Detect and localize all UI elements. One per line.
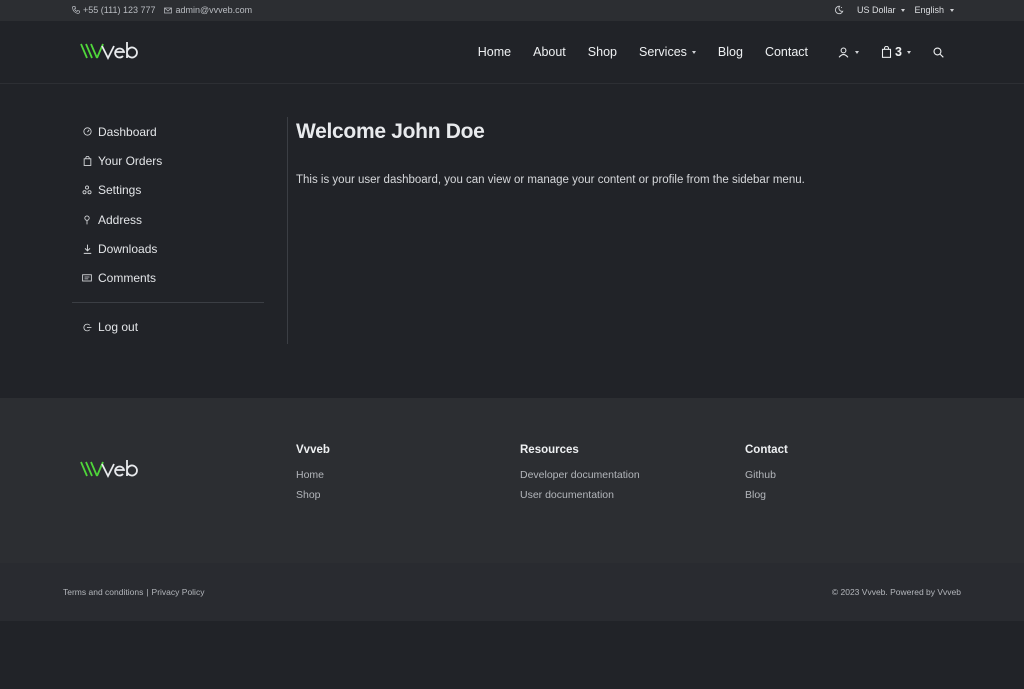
vvveb-logo-icon [80, 42, 138, 61]
main-navbar: Home About Shop Services Blog Contact 3 [0, 21, 1024, 84]
terms-link[interactable]: Terms and conditions [63, 587, 143, 597]
sidebar-item-label: Your Orders [98, 153, 163, 168]
copyright-text: © 2023 Vvveb. Powered by Vvveb [831, 587, 961, 597]
phone-text: +55 (111) 123 777 [83, 5, 156, 15]
page-title: Welcome John Doe [296, 120, 805, 144]
email-text: admin@vvveb.com [175, 5, 253, 15]
nav-contact[interactable]: Contact [765, 45, 808, 59]
chevron-down-icon [855, 50, 860, 54]
search-icon [933, 46, 944, 58]
sidebar-item-settings[interactable]: Settings [72, 176, 264, 205]
dashboard-description: This is your user dashboard, you can vie… [296, 174, 805, 186]
chevron-down-icon [691, 50, 696, 54]
settings-icon [82, 185, 92, 195]
comment-icon [82, 273, 92, 283]
sidebar-item-label: Downloads [98, 241, 158, 256]
language-label: English [914, 5, 944, 15]
sidebar-item-label: Comments [98, 271, 157, 286]
dashboard-content: Welcome John Doe This is your user dashb… [296, 120, 805, 186]
phone-link[interactable]: +55 (111) 123 777 [72, 5, 155, 15]
account-sidebar: Dashboard Your Orders Settings Address D… [72, 117, 264, 342]
sidebar-item-orders[interactable]: Your Orders [72, 146, 264, 175]
sidebar-item-label: Dashboard [98, 124, 157, 139]
sidebar-item-label: Settings [98, 183, 142, 198]
theme-toggle[interactable] [834, 5, 844, 15]
dashboard-main: Dashboard Your Orders Settings Address D… [0, 84, 1024, 398]
chevron-down-icon [907, 50, 911, 54]
chevron-down-icon [950, 8, 954, 12]
user-menu[interactable] [838, 47, 860, 58]
nav-home[interactable]: Home [478, 45, 511, 59]
footer-column-title: Resources [520, 444, 579, 456]
content-divider [287, 117, 288, 344]
privacy-link[interactable]: Privacy Policy [152, 587, 205, 597]
contact-info: +55 (111) 123 777 admin@vvveb.com [72, 5, 252, 15]
site-footer: Vvveb Home Shop Resources Developer docu… [0, 398, 1024, 563]
gauge-icon [82, 127, 92, 137]
top-bar: +55 (111) 123 777 admin@vvveb.com US Dol… [0, 0, 1024, 21]
currency-dropdown[interactable]: US Dollar [857, 5, 906, 15]
legal-separator: | [146, 587, 149, 597]
legal-links: Terms and conditions | Privacy Policy [63, 587, 204, 597]
sidebar-item-address[interactable]: Address [72, 205, 264, 234]
moon-icon [834, 5, 844, 15]
footer-link-user-docs[interactable]: User documentation [520, 489, 640, 501]
search-button[interactable] [933, 46, 944, 58]
sidebar-item-dashboard[interactable]: Dashboard [72, 117, 264, 146]
footer-link-blog[interactable]: Blog [745, 489, 788, 501]
primary-nav: Home About Shop Services Blog Contact 3 [456, 45, 944, 59]
footer-column-title: Contact [745, 444, 788, 456]
chevron-down-icon [901, 8, 906, 12]
phone-icon [72, 6, 80, 14]
nav-shop[interactable]: Shop [588, 45, 617, 59]
nav-blog[interactable]: Blog [718, 45, 743, 59]
sidebar-item-logout[interactable]: Log out [72, 313, 264, 342]
bag-icon [882, 46, 892, 58]
footer-column-title: Vvveb [296, 444, 330, 456]
user-name: John Doe [391, 120, 485, 143]
cart-menu[interactable]: 3 [881, 45, 911, 59]
email-link[interactable]: admin@vvveb.com [164, 5, 252, 15]
welcome-text: Welcome [296, 120, 386, 143]
bag-icon [82, 155, 92, 166]
footer-link-home[interactable]: Home [296, 469, 330, 481]
sidebar-item-downloads[interactable]: Downloads [72, 234, 264, 263]
nav-services[interactable]: Services [639, 45, 696, 59]
footer-column-resources: Resources Developer documentation User d… [520, 444, 640, 509]
currency-label: US Dollar [856, 5, 896, 15]
language-dropdown[interactable]: English [914, 5, 954, 15]
topbar-settings: US Dollar English [834, 5, 954, 15]
logout-icon [82, 322, 92, 332]
footer-link-github[interactable]: Github [745, 469, 788, 481]
cart-count: 3 [895, 45, 902, 59]
sidebar-item-comments[interactable]: Comments [72, 263, 264, 292]
sidebar-item-label: Log out [98, 320, 139, 335]
footer-logo[interactable] [80, 459, 138, 484]
mail-icon [164, 7, 173, 13]
footer-column-contact: Contact Github Blog [745, 444, 788, 509]
brand-logo[interactable] [80, 41, 138, 66]
user-icon [838, 47, 849, 58]
location-pin-icon [82, 215, 92, 225]
nav-services-label: Services [638, 45, 687, 59]
sidebar-item-label: Address [98, 212, 143, 227]
nav-about[interactable]: About [533, 45, 566, 59]
footer-link-developer-docs[interactable]: Developer documentation [520, 469, 640, 481]
bottom-bar: Terms and conditions | Privacy Policy © … [0, 563, 1024, 621]
footer-column-vvveb: Vvveb Home Shop [296, 444, 330, 509]
vvveb-logo-icon [80, 460, 138, 479]
footer-link-shop[interactable]: Shop [296, 489, 330, 501]
sidebar-divider [72, 301, 264, 303]
download-icon [82, 244, 92, 254]
